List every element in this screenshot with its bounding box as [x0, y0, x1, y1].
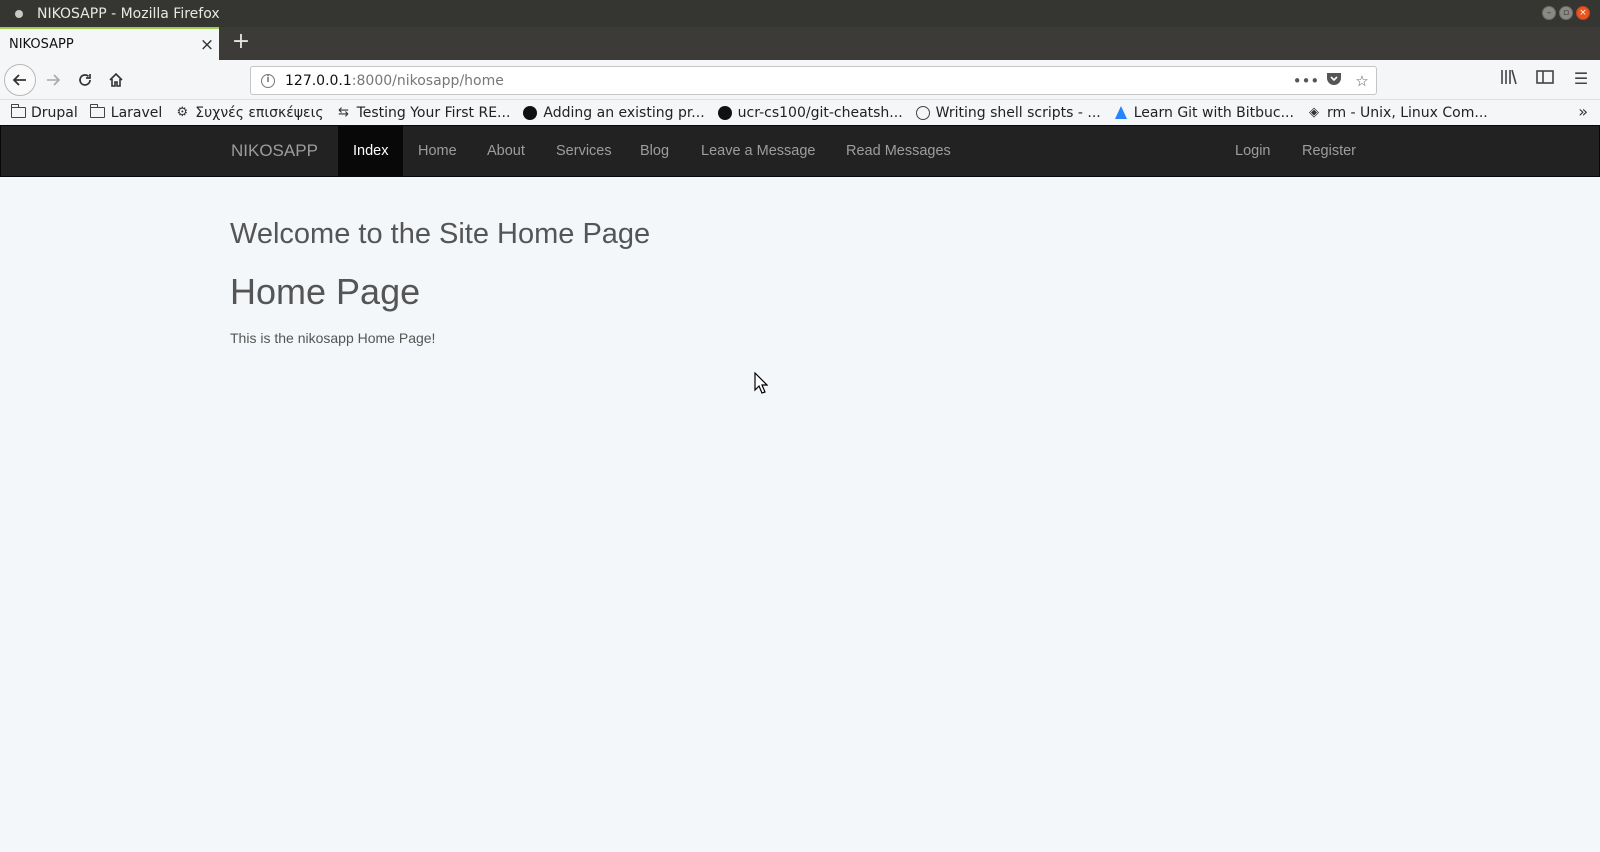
bookmark-item[interactable]: Writing shell scripts - ...	[915, 105, 1101, 121]
reload-button[interactable]	[70, 65, 100, 95]
bookmark-label: rm - Unix, Linux Com...	[1326, 104, 1488, 121]
window-controls: – ▫ ×	[1542, 6, 1590, 20]
bookmark-label: ucr-cs100/git-cheatsh...	[737, 104, 903, 121]
toolbar-right: ☰	[1498, 69, 1592, 89]
tab-nikosapp[interactable]: NIKOSAPP ×	[0, 27, 219, 60]
bookmark-label: Testing Your First RE...	[356, 104, 511, 121]
site-info-icon[interactable]: i	[261, 73, 275, 88]
page-content: NIKOSAPP Index Home About Services Blog …	[0, 125, 1600, 852]
sidebar-icon[interactable]	[1534, 69, 1556, 89]
github-icon	[717, 105, 733, 120]
minimize-button[interactable]: –	[1542, 6, 1556, 20]
site-brand-link[interactable]: NIKOSAPP	[231, 141, 318, 161]
page-text: This is the nikosapp Home Page!	[230, 330, 436, 346]
site-navbar: NIKOSAPP Index Home About Services Blog …	[0, 125, 1600, 177]
bookmark-item[interactable]: Learn Git with Bitbuc...	[1113, 105, 1294, 121]
folder-icon	[10, 104, 26, 120]
github-icon	[522, 105, 538, 120]
nav-link-register[interactable]: Register	[1287, 126, 1371, 176]
close-tab-icon[interactable]: ×	[195, 35, 219, 55]
app-indicator-icon	[15, 9, 23, 18]
close-window-button[interactable]: ×	[1576, 6, 1590, 20]
home-button[interactable]	[101, 65, 131, 95]
nav-link-home[interactable]: Home	[403, 126, 472, 176]
url-path: :8000/nikosapp/home	[351, 72, 504, 89]
maximize-button[interactable]: ▫	[1559, 6, 1573, 20]
new-tab-button[interactable]: +	[228, 29, 254, 57]
bookmark-star-icon[interactable]: ☆	[1348, 72, 1376, 90]
gear-icon: ⚙	[176, 105, 189, 120]
bookmark-label: Laravel	[110, 104, 163, 121]
nav-link-index[interactable]: Index	[338, 126, 404, 176]
atlassian-icon	[1113, 106, 1129, 120]
nav-link-login[interactable]: Login	[1220, 126, 1285, 176]
bookmark-label: Writing shell scripts - ...	[935, 104, 1101, 121]
globe-icon	[915, 105, 931, 120]
bookmark-label: Drupal	[31, 104, 78, 121]
nav-link-services[interactable]: Services	[541, 126, 627, 176]
nav-link-read-messages[interactable]: Read Messages	[831, 126, 966, 176]
window-titlebar: NIKOSAPP - Mozilla Firefox – ▫ ×	[0, 0, 1600, 27]
mouse-cursor-icon	[754, 372, 768, 394]
tab-title: NIKOSAPP	[9, 37, 74, 52]
bookmark-item[interactable]: ⇆ Testing Your First RE...	[336, 104, 511, 121]
pocket-icon[interactable]	[1320, 71, 1348, 90]
nav-link-about[interactable]: About	[472, 126, 540, 176]
bookmark-item[interactable]: ucr-cs100/git-cheatsh...	[717, 105, 903, 121]
tab-strip: NIKOSAPP × +	[0, 27, 1600, 60]
page-actions-icon[interactable]: •••	[1292, 72, 1320, 90]
url-bar[interactable]: i 127.0.0.1:8000/nikosapp/home ••• ☆	[250, 66, 1377, 95]
url-host: 127.0.0.1	[285, 72, 352, 89]
home-icon	[109, 72, 123, 87]
bookmark-item[interactable]: ⚙ Συχνές επισκέψεις	[174, 105, 323, 121]
nav-link-blog[interactable]: Blog	[625, 126, 684, 176]
back-button[interactable]	[4, 64, 36, 96]
welcome-heading: Welcome to the Site Home Page	[230, 218, 651, 250]
forward-arrow-icon	[47, 74, 61, 86]
forward-button[interactable]	[38, 65, 68, 95]
nav-link-leave-message[interactable]: Leave a Message	[686, 126, 830, 176]
library-icon[interactable]	[1498, 69, 1520, 89]
bookmark-label: Συχνές επισκέψεις	[195, 104, 324, 121]
window-title: NIKOSAPP - Mozilla Firefox	[37, 5, 220, 22]
page-title: Home Page	[230, 271, 421, 312]
bookmark-label: Learn Git with Bitbuc...	[1133, 104, 1294, 121]
more-bookmarks-chevron-icon[interactable]: »	[1578, 102, 1588, 121]
diamond-icon: ◈	[1308, 105, 1319, 120]
bookmark-item[interactable]: ◈ rm - Unix, Linux Com...	[1306, 105, 1488, 121]
bookmark-label: Adding an existing pr...	[543, 104, 705, 121]
bookmark-item[interactable]: Adding an existing pr...	[522, 104, 705, 121]
bookmark-item[interactable]: Laravel	[90, 104, 163, 121]
url-text[interactable]: 127.0.0.1:8000/nikosapp/home	[285, 73, 1292, 89]
navigation-toolbar: i 127.0.0.1:8000/nikosapp/home ••• ☆ ☰	[0, 60, 1600, 100]
folder-icon	[90, 104, 106, 120]
back-arrow-icon	[12, 74, 26, 86]
reload-icon	[79, 74, 91, 86]
sync-icon: ⇆	[338, 105, 350, 120]
bookmark-item[interactable]: Drupal	[10, 104, 78, 121]
menu-hamburger-icon[interactable]: ☰	[1570, 69, 1592, 89]
bookmarks-toolbar: Drupal Laravel ⚙ Συχνές επισκέψεις ⇆ Testi…	[0, 100, 1600, 125]
